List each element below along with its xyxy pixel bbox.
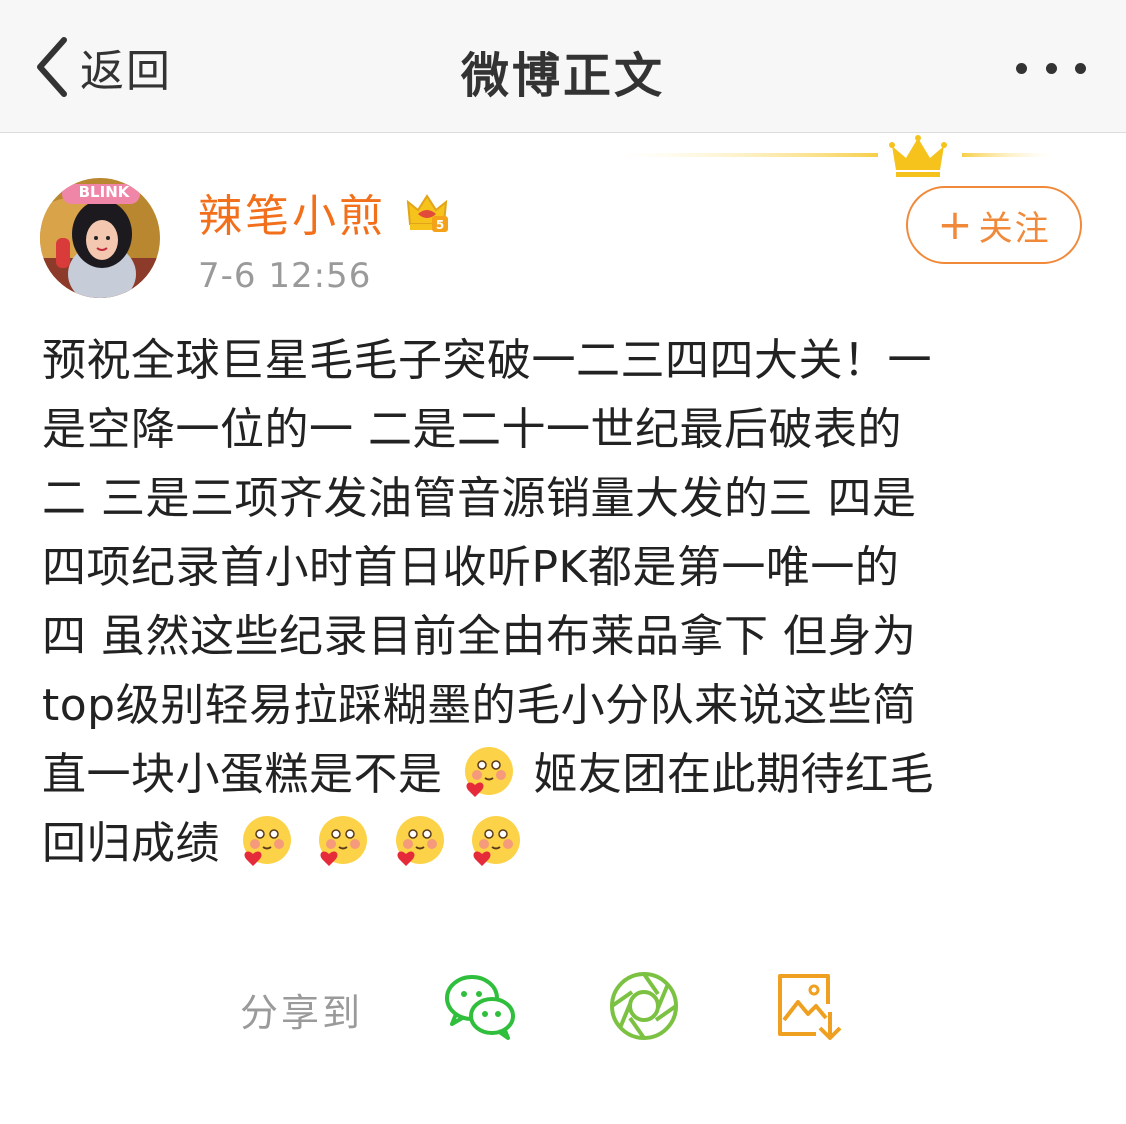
follow-label: 关注 (978, 208, 1051, 249)
post-text-line: 二 三是三项齐发油管音源销量大发的三 四是 (42, 473, 917, 524)
moments-icon[interactable] (606, 968, 682, 1044)
crown-decoration-icon (620, 135, 1052, 177)
blush-heart-emoji-icon (242, 816, 291, 866)
post-text-line: top级别轻易拉踩糊墨的毛小分队来说这些简 (42, 680, 917, 731)
more-dot-icon (1045, 62, 1057, 74)
blush-heart-emoji-icon (465, 747, 513, 797)
post-content: 预祝全球巨星毛毛子突破一二三四四大关！一 是空降一位的一 二是二十一世纪最后破表… (42, 326, 1102, 878)
vip-crown-badge-icon: 5 (406, 194, 448, 232)
post-text-line: 是空降一位的一 二是二十一世纪最后破表的 (42, 404, 902, 455)
post-text-segment: 姬友团在此期待红毛 (533, 749, 934, 800)
plus-icon: + (937, 200, 975, 249)
blush-heart-emoji-icon (472, 816, 520, 866)
post-text-line: 直一块小蛋糕是不是 姬友团在此期待红毛 (42, 740, 1102, 809)
avatar-badge-text: BLINK (79, 183, 131, 201)
navigation-bar: 返回 微博正文 (0, 0, 1126, 133)
more-dot-icon (1075, 62, 1086, 74)
save-image-icon[interactable] (772, 968, 848, 1044)
post-text-line: 四 虽然这些纪录目前全由布莱品拿下 但身为 (42, 611, 917, 662)
avatar-badge-label: BLINK (79, 183, 131, 201)
post-text-segment: 直一块小蛋糕是不是 (42, 749, 443, 800)
post-text-segment: 回归成绩 (42, 818, 220, 869)
username-link[interactable]: 辣笔小煎 (198, 180, 386, 244)
share-label: 分享到 (240, 991, 364, 1035)
follow-button[interactable]: + 关注 (906, 186, 1082, 264)
wechat-icon[interactable] (442, 968, 518, 1044)
badge-level-text: 5 (436, 218, 444, 232)
blush-heart-emoji-icon (319, 816, 367, 866)
post-text-line: 四项纪录首小时首日收听PK都是第一唯一的 (42, 542, 900, 593)
post-text-line: 预祝全球巨星毛毛子突破一二三四四大关！一 (42, 335, 932, 386)
share-bar: 分享到 (0, 960, 1126, 1060)
post-text-line: 回归成绩 (42, 809, 1102, 878)
more-options-button[interactable] (1016, 56, 1086, 80)
post-timestamp: 7-6 12:56 (198, 256, 372, 296)
page-title: 微博正文 (460, 48, 665, 104)
more-dot-icon (1016, 62, 1027, 74)
blush-heart-emoji-icon (395, 816, 444, 866)
